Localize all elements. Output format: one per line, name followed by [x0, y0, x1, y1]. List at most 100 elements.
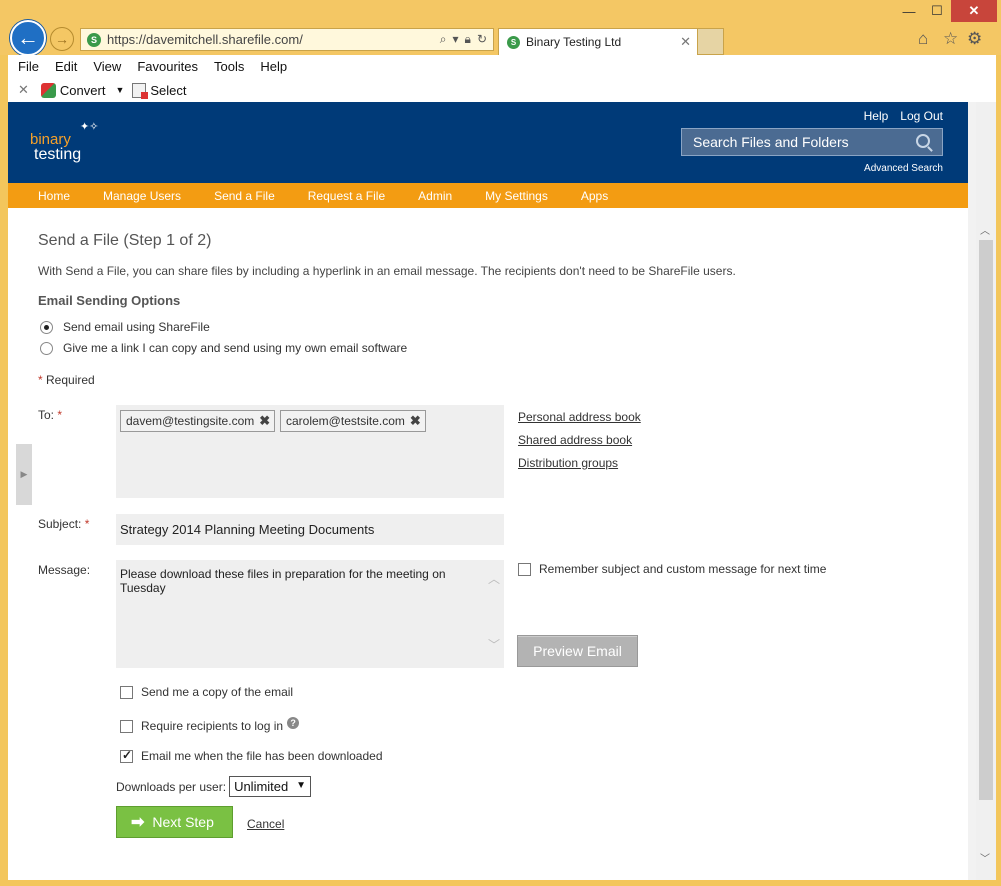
- next-step-button[interactable]: ➡ Next Step: [116, 806, 233, 838]
- home-icon[interactable]: ⌂: [918, 29, 928, 49]
- remove-recipient-icon[interactable]: ✖: [259, 413, 270, 429]
- cancel-link[interactable]: Cancel: [247, 817, 284, 831]
- help-link[interactable]: Help: [864, 109, 889, 123]
- nav-admin[interactable]: Admin: [418, 189, 452, 203]
- browser-tab[interactable]: S Binary Testing Ltd ✕: [498, 28, 698, 55]
- required-text: Required: [46, 373, 95, 387]
- search-icon[interactable]: [916, 134, 930, 148]
- message-textarea[interactable]: Please download these files in preparati…: [116, 560, 504, 668]
- scroll-down-icon[interactable]: ﹀: [980, 850, 990, 865]
- scroll-up-icon[interactable]: ︿: [488, 572, 500, 586]
- intro-text: With Send a File, you can share files by…: [38, 264, 736, 278]
- recipient-email: davem@testingsite.com: [126, 414, 255, 428]
- subject-input[interactable]: Strategy 2014 Planning Meeting Documents: [116, 514, 504, 545]
- remember-checkbox[interactable]: [518, 562, 531, 576]
- url-text: https://davemitchell.sharefile.com/: [107, 32, 303, 47]
- back-arrow-icon[interactable]: ←: [10, 20, 46, 56]
- message-text: Please download these files in preparati…: [120, 567, 446, 595]
- site-nav: Home Manage Users Send a File Request a …: [8, 183, 968, 208]
- logout-link[interactable]: Log Out: [900, 109, 943, 123]
- page-scrollbar[interactable]: ︿ ﹀: [976, 102, 996, 880]
- menu-favourites[interactable]: Favourites: [137, 59, 198, 74]
- shared-address-book-link[interactable]: Shared address book: [518, 433, 632, 447]
- subject-label: Subject: *: [38, 517, 89, 531]
- select-button[interactable]: Select: [150, 83, 186, 98]
- advanced-search-link[interactable]: Advanced Search: [864, 163, 943, 174]
- preview-email-button[interactable]: Preview Email: [517, 635, 638, 667]
- menu-tools[interactable]: Tools: [214, 59, 244, 74]
- to-label: To: *: [38, 408, 62, 422]
- required-asterisk: *: [84, 517, 90, 531]
- email-downloaded-checkbox[interactable]: [120, 748, 133, 763]
- radio-link[interactable]: [40, 341, 53, 355]
- tab-close-icon[interactable]: ✕: [680, 34, 691, 50]
- search-icon[interactable]: ⌕: [440, 32, 447, 47]
- convert-button[interactable]: Convert: [60, 83, 106, 98]
- logo-line1: binary: [30, 131, 71, 148]
- menu-help[interactable]: Help: [260, 59, 287, 74]
- remember-row[interactable]: Remember subject and custom message for …: [518, 562, 826, 576]
- downloads-select[interactable]: Unlimited ▼: [229, 776, 312, 797]
- search-files-input[interactable]: Search Files and Folders: [681, 128, 943, 156]
- recipient-chip: carolem@testsite.com ✖: [280, 410, 426, 432]
- gear-icon[interactable]: ⚙: [967, 29, 982, 49]
- chevron-down-icon: ▼: [296, 780, 307, 791]
- require-login-row[interactable]: Require recipients to log in ?: [120, 717, 300, 733]
- send-copy-checkbox[interactable]: [120, 685, 133, 699]
- nav-manage-users[interactable]: Manage Users: [103, 189, 181, 203]
- option-link-row[interactable]: Give me a link I can copy and send using…: [40, 341, 407, 355]
- new-tab-button[interactable]: [698, 28, 724, 55]
- nav-apps[interactable]: Apps: [581, 189, 608, 203]
- address-bar[interactable]: S https://davemitchell.sharefile.com/ ⌕ …: [80, 28, 494, 51]
- browser-window: ← → S https://davemitchell.sharefile.com…: [0, 0, 1001, 886]
- required-note: * Required: [38, 373, 95, 387]
- recipients-field[interactable]: davem@testingsite.com ✖ carolem@testsite…: [116, 405, 504, 498]
- forward-arrow-icon[interactable]: →: [50, 27, 74, 51]
- menu-file[interactable]: File: [18, 59, 39, 74]
- subject-label-text: Subject:: [38, 517, 82, 531]
- require-login-checkbox[interactable]: [120, 719, 133, 733]
- remove-recipient-icon[interactable]: ✖: [410, 413, 421, 429]
- to-label-text: To:: [38, 408, 55, 422]
- option-sharefile-row[interactable]: Send email using ShareFile: [40, 320, 210, 334]
- menu-view[interactable]: View: [93, 59, 121, 74]
- sidebar-expand-handle[interactable]: ▶: [16, 444, 32, 505]
- nav-send-file[interactable]: Send a File: [214, 189, 275, 203]
- nav-home[interactable]: Home: [38, 189, 70, 203]
- maximize-icon[interactable]: ☐: [923, 0, 951, 22]
- menu-edit[interactable]: Edit: [55, 59, 77, 74]
- logo-line2: testing: [34, 146, 82, 163]
- select-pdf-icon: [132, 82, 149, 99]
- send-file-form: ▶ Send a File (Step 1 of 2) With Send a …: [8, 208, 968, 880]
- downloads-label: Downloads per user:: [116, 779, 227, 794]
- scroll-up-icon[interactable]: ︿: [980, 222, 990, 237]
- tab-title: Binary Testing Ltd: [526, 35, 622, 49]
- close-icon[interactable]: ✕: [951, 0, 997, 22]
- page-title: Send a File (Step 1 of 2): [38, 232, 212, 249]
- distribution-groups-link[interactable]: Distribution groups: [518, 456, 618, 470]
- help-question-icon[interactable]: ?: [287, 717, 300, 729]
- scroll-thumb[interactable]: [979, 240, 993, 800]
- refresh-icon[interactable]: ↻: [477, 32, 487, 47]
- scroll-down-icon[interactable]: ﹀: [488, 638, 500, 652]
- dropdown-icon[interactable]: ▾: [453, 32, 459, 47]
- email-downloaded-row[interactable]: Email me when the file has been download…: [120, 748, 383, 763]
- send-copy-row[interactable]: Send me a copy of the email: [120, 685, 293, 699]
- nav-my-settings[interactable]: My Settings: [485, 189, 548, 203]
- personal-address-book-link[interactable]: Personal address book: [518, 410, 641, 424]
- sharefile-favicon-icon: S: [87, 32, 101, 47]
- favorites-star-icon[interactable]: ☆: [943, 29, 958, 49]
- binary-testing-logo[interactable]: binary testing: [30, 131, 82, 163]
- convert-pdf-icon: [40, 82, 56, 98]
- header-links: Help Log Out: [864, 109, 943, 123]
- option-sharefile-label: Send email using ShareFile: [63, 320, 210, 334]
- lock-icon[interactable]: 🔒︎: [465, 32, 471, 47]
- next-step-label: Next Step: [152, 814, 214, 830]
- chevron-down-icon[interactable]: ▼: [115, 85, 124, 95]
- minimize-icon[interactable]: —: [895, 0, 923, 22]
- close-toolbar-icon[interactable]: ✕: [18, 82, 29, 98]
- menu-bar: File Edit View Favourites Tools Help: [8, 55, 996, 78]
- radio-sharefile[interactable]: [40, 320, 53, 334]
- email-downloaded-label: Email me when the file has been download…: [141, 749, 383, 763]
- nav-request-file[interactable]: Request a File: [308, 189, 385, 203]
